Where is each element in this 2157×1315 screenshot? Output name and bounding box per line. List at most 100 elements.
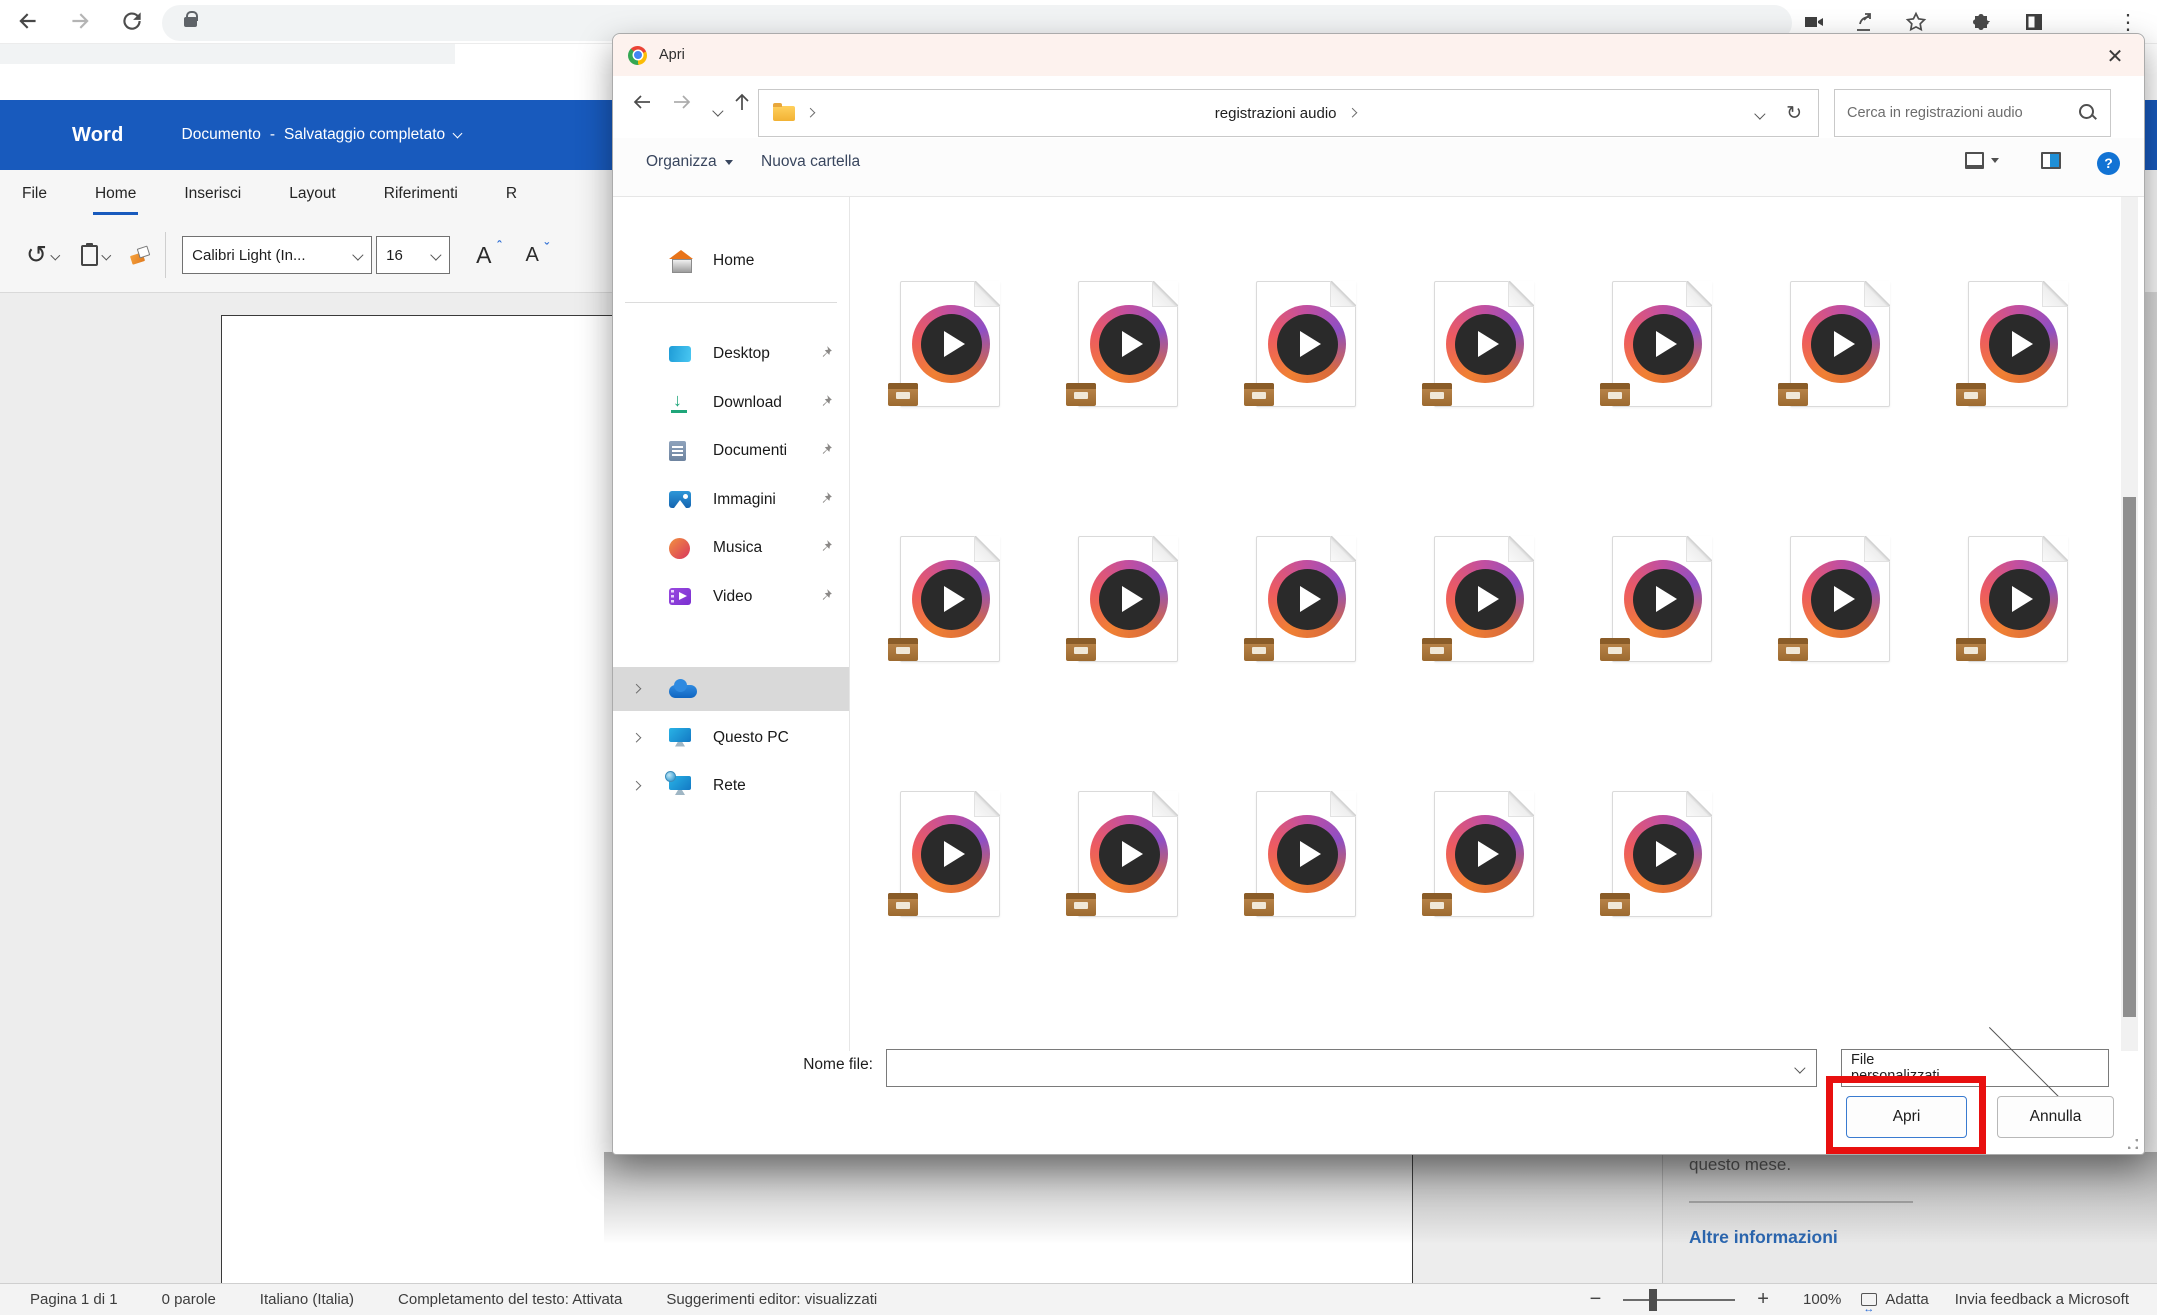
browser-back-icon[interactable] xyxy=(12,6,44,38)
media-file-item[interactable] xyxy=(1573,536,1751,711)
expand-chevron-icon[interactable] xyxy=(631,781,641,791)
nav-up-icon[interactable] xyxy=(725,88,759,122)
shrink-font-button[interactable]: Aˇ xyxy=(525,244,538,267)
media-file-item[interactable] xyxy=(1217,281,1395,456)
search-icon[interactable] xyxy=(2078,103,2098,123)
ribbon-tab-home[interactable]: Home xyxy=(93,170,138,218)
help-icon: ? xyxy=(2097,152,2120,175)
sidebar-item-desktop[interactable]: Desktop xyxy=(613,332,849,376)
ribbon-tab-layout[interactable]: Layout xyxy=(287,170,338,218)
media-file-item[interactable] xyxy=(1395,281,1573,456)
sidebar-tree-item-onedrive[interactable] xyxy=(613,667,849,711)
media-file-item[interactable] xyxy=(1751,536,1929,711)
media-file-item[interactable] xyxy=(1573,281,1751,456)
media-file-item[interactable] xyxy=(1929,281,2107,456)
filename-input[interactable] xyxy=(895,1050,1775,1086)
organize-button[interactable]: Organizza xyxy=(646,153,733,171)
media-file-item[interactable] xyxy=(1751,281,1929,456)
sidebar-item-video[interactable]: Video xyxy=(613,575,849,619)
status-item[interactable]: Completamento del testo: Attivata xyxy=(398,1291,622,1308)
format-painter-button[interactable] xyxy=(123,245,155,265)
ribbon-tab-file[interactable]: File xyxy=(20,170,49,218)
new-folder-button[interactable]: Nuova cartella xyxy=(761,153,860,171)
browser-forward-icon[interactable] xyxy=(64,6,96,38)
zoom-level[interactable]: 100% xyxy=(1803,1291,1841,1308)
zoom-slider[interactable] xyxy=(1623,1289,1735,1311)
ribbon-tab-riferimenti[interactable]: Riferimenti xyxy=(382,170,460,218)
paste-button[interactable] xyxy=(81,245,110,266)
status-item[interactable]: 0 parole xyxy=(162,1291,216,1308)
page-fold xyxy=(1508,281,1534,307)
filetype-select[interactable]: File personalizzati xyxy=(1841,1049,2109,1087)
feedback-link[interactable]: Invia feedback a Microsoft xyxy=(1955,1291,2129,1308)
media-file-icon xyxy=(1078,281,1178,407)
media-file-item[interactable] xyxy=(1929,536,2107,711)
media-file-item[interactable] xyxy=(861,281,1039,456)
resize-grip[interactable] xyxy=(2128,1139,2138,1149)
media-file-item[interactable] xyxy=(1039,536,1217,711)
sidebar-item-musica[interactable]: Musica xyxy=(613,526,849,570)
word-logo[interactable]: Word xyxy=(72,124,124,147)
cancel-button[interactable]: Annulla xyxy=(1997,1096,2114,1138)
scrollbar-thumb[interactable] xyxy=(2123,497,2136,1017)
fit-page-button[interactable]: Adatta xyxy=(1861,1291,1928,1308)
refresh-icon[interactable]: ↻ xyxy=(1786,102,1802,125)
media-file-item[interactable] xyxy=(1217,536,1395,711)
chevron-down-icon[interactable] xyxy=(1795,1062,1806,1073)
breadcrumb-path[interactable]: registrazioni audio xyxy=(814,105,1756,122)
preview-pane-button[interactable] xyxy=(2041,152,2061,169)
sidebar-tree-item-questo-pc[interactable]: Questo PC xyxy=(613,716,849,760)
nav-forward-icon[interactable] xyxy=(665,88,699,122)
status-item[interactable]: Italiano (Italia) xyxy=(260,1291,354,1308)
media-file-item[interactable] xyxy=(861,791,1039,966)
archive-overlay-icon xyxy=(1600,893,1630,916)
media-file-item[interactable] xyxy=(1217,791,1395,966)
status-item[interactable]: Pagina 1 di 1 xyxy=(30,1291,118,1308)
media-file-item[interactable] xyxy=(1039,281,1217,456)
font-name-select[interactable]: Calibri Light (In... xyxy=(182,236,372,274)
more-info-link[interactable]: Altre informazioni xyxy=(1689,1227,1838,1248)
expand-chevron-icon[interactable] xyxy=(631,732,641,742)
sidebar-item-download[interactable]: Download xyxy=(613,381,849,425)
close-icon[interactable]: ✕ xyxy=(2100,41,2130,71)
media-file-item[interactable] xyxy=(1395,536,1573,711)
ribbon-tab-r[interactable]: R xyxy=(504,170,519,218)
browser-reload-icon[interactable] xyxy=(116,6,148,38)
sidebar-item-documenti[interactable]: Documenti xyxy=(613,429,849,473)
page-fold xyxy=(1686,281,1712,307)
current-folder[interactable]: registrazioni audio xyxy=(1215,105,1337,122)
media-file-item[interactable] xyxy=(1039,791,1217,966)
ribbon-tab-inserisci[interactable]: Inserisci xyxy=(182,170,243,218)
font-size-select[interactable]: 16 xyxy=(376,236,450,274)
zoom-in-button[interactable]: + xyxy=(1749,1288,1777,1311)
documents-icon xyxy=(669,441,686,461)
search-input[interactable] xyxy=(1847,105,2078,121)
play-icon xyxy=(1478,331,1499,357)
play-icon xyxy=(1834,586,1855,612)
change-view-button[interactable] xyxy=(1965,152,1999,169)
zoom-out-button[interactable]: − xyxy=(1582,1288,1610,1311)
expand-chevron-icon[interactable] xyxy=(631,684,641,694)
status-item[interactable]: Suggerimenti editor: visualizzati xyxy=(666,1291,877,1308)
open-button[interactable]: Apri xyxy=(1846,1096,1967,1138)
undo-button[interactable]: ↺ xyxy=(26,244,59,266)
play-ring-icon xyxy=(1980,305,2058,383)
file-list-scrollbar[interactable] xyxy=(2121,197,2138,1051)
nav-back-icon[interactable] xyxy=(625,88,659,122)
media-file-item[interactable] xyxy=(1573,791,1751,966)
sidebar-item-immagini[interactable]: Immagini xyxy=(613,478,849,522)
title-separator: - xyxy=(270,126,275,144)
media-file-icon xyxy=(1612,536,1712,662)
chevron-down-icon xyxy=(51,250,60,259)
media-file-item[interactable] xyxy=(861,536,1039,711)
sidebar-tree-item-rete[interactable]: Rete xyxy=(613,764,849,808)
grow-font-button[interactable]: Aˆ xyxy=(476,242,491,269)
document-title[interactable]: Documento - Salvataggio completato xyxy=(182,126,462,144)
address-dropdown-icon[interactable] xyxy=(1756,106,1764,121)
media-file-item[interactable] xyxy=(1395,791,1573,966)
app-launcher-icon[interactable] xyxy=(0,128,26,143)
zoom-thumb[interactable] xyxy=(1649,1289,1657,1311)
help-button[interactable]: ? xyxy=(2097,152,2120,175)
breadcrumb-bar[interactable]: registrazioni audio ↻ xyxy=(758,89,1819,137)
sidebar-item-home[interactable]: Home xyxy=(613,239,849,283)
